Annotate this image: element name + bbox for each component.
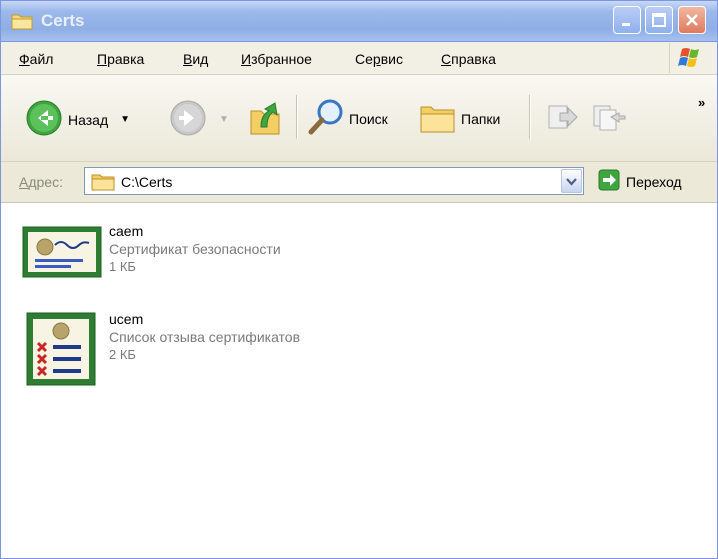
file-size: 1 КБ: [109, 259, 136, 274]
move-to-icon: [546, 101, 578, 136]
chevron-down-icon: [566, 178, 577, 186]
search-icon: [306, 97, 346, 140]
forward-arrow-icon: [169, 99, 207, 140]
menu-bar: Файл Правка Вид Избранное Сервис Справка: [1, 42, 717, 75]
crl-icon: [25, 311, 99, 390]
file-type: Список отзыва сертификатов: [109, 329, 301, 345]
menu-edit[interactable]: Правка: [97, 51, 144, 67]
menu-view[interactable]: Вид: [183, 51, 208, 67]
folder-icon: [11, 12, 33, 30]
toolbar-more-icon[interactable]: »: [698, 95, 705, 110]
toolbar: Назад ▼ ▼ Поиск Папки »: [1, 75, 717, 162]
minimize-button[interactable]: [613, 6, 641, 34]
forward-button[interactable]: ▼: [169, 99, 229, 140]
file-list: caem Сертификат безопасности 1 КБ ucem С…: [1, 203, 717, 558]
certificate-icon: [21, 223, 103, 284]
file-name: caem: [109, 223, 144, 239]
folder-icon: [91, 173, 115, 194]
back-label: Назад: [68, 111, 109, 128]
folders-label: Папки: [461, 110, 501, 127]
explorer-window: Certs Файл Правка Вид Избранное Сервис С…: [0, 0, 718, 559]
search-button[interactable]: Поиск: [306, 97, 388, 140]
maximize-button[interactable]: [645, 6, 673, 34]
file-size: 2 КБ: [109, 347, 136, 362]
copy-to-icon: [591, 101, 627, 136]
go-arrow-icon: [598, 169, 620, 194]
close-button[interactable]: [678, 6, 706, 34]
back-arrow-icon: [25, 99, 63, 140]
up-folder-button[interactable]: [247, 97, 283, 140]
back-dropdown-icon[interactable]: ▼: [120, 114, 130, 125]
address-input[interactable]: C:\Certs: [84, 167, 584, 195]
move-to-button[interactable]: [546, 101, 578, 136]
address-label: Адрес:: [19, 174, 63, 190]
window-title: Certs: [41, 11, 85, 30]
go-label: Переход: [626, 173, 682, 190]
menu-favorites[interactable]: Избранное: [241, 51, 312, 67]
address-bar: Адрес: C:\Certs Переход: [1, 162, 717, 203]
menu-help[interactable]: Справка: [441, 51, 496, 67]
file-name: ucem: [109, 311, 144, 327]
copy-to-button[interactable]: [591, 101, 627, 136]
windows-logo-icon: [669, 43, 712, 73]
file-type: Сертификат безопасности: [109, 241, 281, 257]
address-dropdown-button[interactable]: [561, 169, 582, 193]
folders-icon: [419, 99, 457, 138]
up-folder-icon: [247, 97, 283, 140]
back-button[interactable]: Назад ▼: [25, 99, 130, 140]
title-bar[interactable]: Certs: [1, 1, 717, 42]
search-label: Поиск: [349, 110, 388, 127]
menu-tools[interactable]: Сервис: [355, 51, 403, 67]
folders-button[interactable]: Папки: [419, 99, 500, 138]
go-button[interactable]: Переход: [598, 169, 682, 194]
address-value: C:\Certs: [121, 174, 173, 190]
menu-file[interactable]: Файл: [19, 51, 53, 67]
forward-dropdown-icon[interactable]: ▼: [219, 114, 229, 125]
